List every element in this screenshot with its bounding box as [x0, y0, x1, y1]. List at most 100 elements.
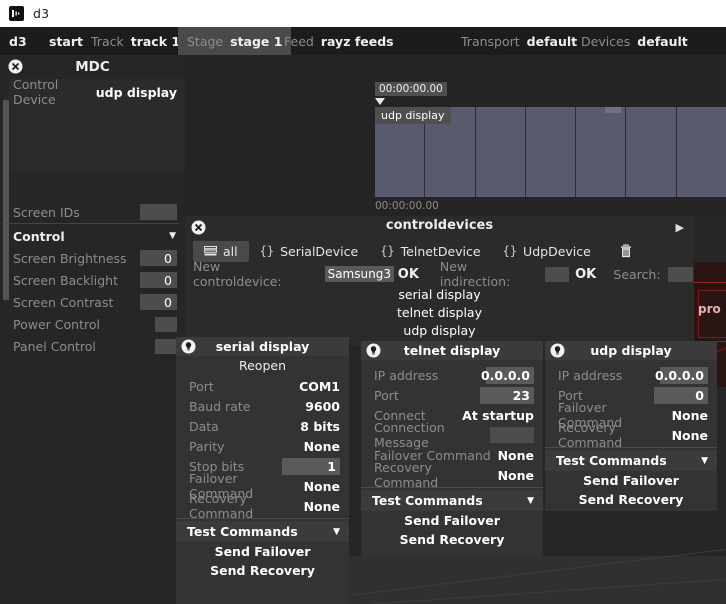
- send-failover-button[interactable]: Send Failover: [545, 471, 717, 490]
- menu-transport-label: Transport: [461, 34, 520, 49]
- screen-backlight-field[interactable]: 0: [140, 272, 177, 288]
- timeline-cell[interactable]: [626, 107, 676, 197]
- new-indirection-label: New indirection:: [440, 259, 537, 289]
- row-port[interactable]: Port COM1: [176, 376, 349, 396]
- failover-command-value: None: [672, 408, 708, 423]
- bulb-icon[interactable]: [181, 339, 196, 358]
- sidebar-row-screen-contrast[interactable]: Screen Contrast 0: [0, 291, 185, 313]
- timeline-clip-label[interactable]: udp display: [375, 107, 451, 124]
- window-titlebar: d3: [0, 0, 726, 27]
- timeline-cell[interactable]: [677, 107, 726, 197]
- send-failover-button[interactable]: Send Failover: [176, 542, 349, 561]
- row-connection-message[interactable]: Connection Message: [361, 425, 543, 445]
- panel-control-swatch[interactable]: [155, 339, 177, 354]
- controldevices-window: controldevices ▶ all {} SerialDevice {}: [185, 216, 694, 346]
- send-recovery-button[interactable]: Send Recovery: [545, 490, 717, 509]
- panel-serial-reopen-button[interactable]: Reopen: [176, 356, 349, 376]
- trash-icon[interactable]: [620, 244, 632, 258]
- send-failover-button[interactable]: Send Failover: [361, 511, 543, 530]
- sidebar-control-device-row[interactable]: Control Device udp display: [0, 81, 185, 103]
- sidebar-title: MDC: [0, 55, 185, 79]
- test-commands-label: Test Commands: [372, 493, 483, 508]
- screen-ids-label: Screen IDs: [0, 205, 140, 220]
- sidebar-row-screen-backlight[interactable]: Screen Backlight 0: [0, 269, 185, 291]
- timeline-cell[interactable]: [476, 107, 526, 197]
- timeline-handle[interactable]: [605, 107, 621, 113]
- list-item[interactable]: serial display: [185, 286, 694, 304]
- send-recovery-button[interactable]: Send Recovery: [361, 530, 543, 549]
- bulb-icon[interactable]: [366, 343, 381, 362]
- baud-rate-value: 9600: [305, 399, 340, 414]
- menu-track-value: track 1: [131, 34, 180, 49]
- row-port[interactable]: Port 23: [361, 385, 543, 405]
- bulb-icon[interactable]: [550, 343, 565, 362]
- panel-control-label: Panel Control: [0, 339, 155, 354]
- port-value: COM1: [299, 379, 340, 394]
- new-controldevice-input[interactable]: Samsung3: [325, 266, 394, 282]
- timeline-start-time: 00:00:00.00: [375, 200, 439, 212]
- new-indirection-ok-button[interactable]: OK: [575, 267, 596, 282]
- telnet-test-commands-header[interactable]: Test Commands ▼: [361, 490, 543, 511]
- ip-address-field[interactable]: 0.0.0.0: [486, 367, 534, 384]
- panel-serial-header: serial display: [176, 337, 349, 356]
- menu-feed-value: rayz feeds: [321, 34, 394, 49]
- menu-track-label: Track: [91, 34, 124, 49]
- row-recovery-command[interactable]: Recovery Command None: [361, 465, 543, 485]
- chevron-down-icon[interactable]: ▼: [333, 527, 340, 537]
- control-device-value: udp display: [96, 85, 185, 100]
- waveform-icon: [9, 6, 24, 21]
- row-ip-address[interactable]: IP address 0.0.0.0: [545, 365, 717, 385]
- row-data[interactable]: Data 8 bits: [176, 416, 349, 436]
- chevron-right-icon[interactable]: ▶: [676, 221, 684, 234]
- row-parity[interactable]: Parity None: [176, 436, 349, 456]
- menu-start-value: start: [49, 34, 83, 49]
- ip-address-field[interactable]: 0.0.0.0: [660, 367, 708, 384]
- sidebar-row-panel-control[interactable]: Panel Control: [0, 335, 185, 357]
- sidebar-section-control[interactable]: Control ▼: [0, 225, 185, 247]
- sidebar-row-power-control[interactable]: Power Control: [0, 313, 185, 335]
- serial-test-commands-header[interactable]: Test Commands ▼: [176, 521, 349, 542]
- stack-icon: [204, 244, 217, 259]
- row-recovery-command[interactable]: Recovery Command None: [545, 425, 717, 445]
- baud-rate-label: Baud rate: [189, 399, 305, 414]
- chevron-down-icon[interactable]: ▼: [527, 496, 534, 506]
- row-recovery-command[interactable]: Recovery Command None: [176, 496, 349, 516]
- timeline-cell[interactable]: [526, 107, 576, 197]
- menu-item-track[interactable]: Track track 1: [82, 27, 189, 55]
- screen-contrast-field[interactable]: 0: [140, 294, 177, 310]
- new-controldevice-ok-button[interactable]: OK: [398, 267, 419, 282]
- ip-address-label: IP address: [374, 368, 486, 383]
- sidebar-screen-ids-row[interactable]: Screen IDs: [0, 201, 185, 223]
- row-ip-address[interactable]: IP address 0.0.0.0: [361, 365, 543, 385]
- braces-icon: {}: [260, 244, 274, 258]
- app-root: d3 d3 start Track track 1 Stage stage 1 …: [0, 0, 726, 604]
- new-indirection-input[interactable]: [545, 267, 570, 282]
- recovery-command-label: Recovery Command: [374, 460, 498, 490]
- send-recovery-button[interactable]: Send Recovery: [176, 561, 349, 580]
- controldevices-list: serial display telnet display udp displa…: [185, 286, 694, 340]
- panel-telnet-display: telnet display IP address 0.0.0.0 Port 2…: [361, 341, 543, 570]
- playhead-marker-icon[interactable]: [375, 98, 385, 105]
- menu-item-feed[interactable]: Feed rayz feeds: [275, 27, 403, 55]
- screen-ids-field[interactable]: [140, 204, 177, 220]
- timeline-cell[interactable]: [576, 107, 626, 197]
- chevron-down-icon[interactable]: ▼: [701, 456, 708, 466]
- power-control-swatch[interactable]: [155, 317, 177, 332]
- screen-brightness-field[interactable]: 0: [140, 250, 177, 266]
- udp-test-commands-header[interactable]: Test Commands ▼: [545, 450, 717, 471]
- menu-item-devices[interactable]: Devices default: [572, 27, 697, 55]
- list-item[interactable]: telnet display: [185, 304, 694, 322]
- menu-app-label: d3: [9, 34, 27, 49]
- row-baud-rate[interactable]: Baud rate 9600: [176, 396, 349, 416]
- search-input[interactable]: [668, 267, 693, 282]
- panel-udp-title: udp display: [590, 343, 671, 358]
- sidebar-row-screen-brightness[interactable]: Screen Brightness 0: [0, 247, 185, 269]
- chevron-down-icon[interactable]: ▼: [169, 231, 185, 241]
- data-label: Data: [189, 419, 300, 434]
- menu-item-transport[interactable]: Transport default: [452, 27, 586, 55]
- menu-app[interactable]: d3: [0, 27, 36, 55]
- connection-message-field[interactable]: [490, 427, 534, 443]
- port-field[interactable]: 23: [480, 387, 534, 404]
- parity-value: None: [304, 439, 340, 454]
- screen-backlight-label: Screen Backlight: [0, 273, 140, 288]
